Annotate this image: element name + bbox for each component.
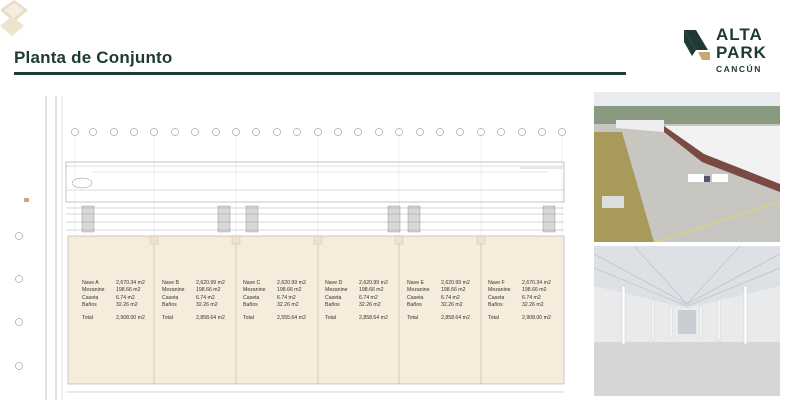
- total-label: Total: [243, 315, 254, 322]
- logo-word-alta: ALTA: [716, 25, 763, 44]
- caseta-value: 6.74 m2: [359, 294, 378, 301]
- page-title: Planta de Conjunto: [14, 48, 173, 67]
- mezzanine-value: 198.66 m2: [196, 287, 221, 294]
- banos-value: 32.26 m2: [522, 301, 544, 308]
- caseta-value: 6.74 m2: [116, 294, 135, 301]
- mezzanine-value: 198.66 m2: [441, 287, 466, 294]
- nave-name: Nave B: [162, 280, 180, 286]
- nave-name: Nave A: [82, 280, 99, 286]
- banos-label: Baños: [82, 301, 97, 308]
- nave-area: 2,620.99 m2: [441, 280, 470, 286]
- total-label: Total: [488, 315, 499, 322]
- caseta-value: 6.74 m2: [441, 294, 460, 301]
- banos-label: Baños: [325, 301, 340, 308]
- caseta-label: Caseta: [488, 294, 505, 301]
- nave-area: 2,620.99 m2: [277, 280, 306, 286]
- logo-word-park: PARK: [716, 43, 767, 62]
- mezzanine-label: Mezanine: [325, 287, 348, 294]
- caseta-label: Caseta: [407, 294, 424, 301]
- total-value: 2,908.00 m2: [522, 315, 551, 322]
- nave-area: 2,670.34 m2: [116, 280, 145, 286]
- banos-value: 32.26 m2: [441, 301, 463, 308]
- exterior-render-image: [594, 92, 780, 242]
- corner-decoration: [0, 0, 28, 36]
- total-value: 2,555.64 m2: [277, 315, 306, 322]
- interior-render-image: [594, 246, 780, 396]
- site-plan-drawing: [15, 96, 566, 400]
- banos-label: Baños: [162, 301, 177, 308]
- title-underline: [14, 72, 626, 75]
- banos-value: 32.26 m2: [196, 301, 218, 308]
- nave-name: Nave D: [325, 280, 343, 286]
- caseta-label: Caseta: [325, 294, 342, 301]
- nave-name: Nave E: [407, 280, 425, 286]
- banos-value: 32.26 m2: [277, 301, 299, 308]
- caseta-label: Caseta: [162, 294, 179, 301]
- nave-e-data: Nave E 2,620.99 m2 Mezanine 198.66 m2 Case…: [407, 280, 470, 322]
- caseta-value: 6.74 m2: [522, 294, 541, 301]
- mezzanine-label: Mezanine: [162, 287, 185, 294]
- nave-c-data: Nave C 2,620.99 m2 Mezanine 198.66 m2 Case…: [243, 280, 306, 322]
- banos-label: Baños: [488, 301, 503, 308]
- banos-value: 32.26 m2: [116, 301, 138, 308]
- banos-label: Baños: [243, 301, 258, 308]
- alta-park-logo: ALTA PARK CANCÚN: [682, 26, 782, 82]
- total-label: Total: [407, 315, 418, 322]
- mezzanine-label: Mezanine: [407, 287, 430, 294]
- total-value: 2,908.00 m2: [116, 315, 145, 322]
- total-label: Total: [162, 315, 173, 322]
- nave-name: Nave F: [488, 280, 505, 286]
- mezzanine-value: 198.66 m2: [116, 287, 141, 294]
- total-label: Total: [325, 315, 336, 322]
- nave-area: 2,620.99 m2: [196, 280, 225, 286]
- mezzanine-label: Mezanine: [82, 287, 105, 294]
- nave-area: 2,620.99 m2: [359, 280, 388, 286]
- logo-mark-icon: [684, 30, 710, 60]
- nave-name: Nave C: [243, 280, 261, 286]
- caseta-value: 6.74 m2: [277, 294, 296, 301]
- caseta-label: Caseta: [243, 294, 260, 301]
- banos-value: 32.26 m2: [359, 301, 381, 308]
- mezzanine-value: 198.66 m2: [359, 287, 384, 294]
- logo-word-cancun: CANCÚN: [716, 64, 762, 74]
- nave-b-data: Nave B 2,620.99 m2 Mezanine 198.66 m2 Case…: [162, 280, 225, 322]
- nave-d-data: Nave D 2,620.99 m2 Mezanine 198.66 m2 Case…: [325, 280, 388, 322]
- total-value: 2,858.64 m2: [441, 315, 470, 322]
- caseta-value: 6.74 m2: [196, 294, 215, 301]
- mezzanine-label: Mezanine: [243, 287, 266, 294]
- nave-f-data: Nave F 2,670.34 m2 Mezanine 198.66 m2 Case…: [488, 280, 551, 322]
- banos-label: Baños: [407, 301, 422, 308]
- nave-area: 2,670.34 m2: [522, 280, 551, 286]
- mezzanine-value: 198.66 m2: [277, 287, 302, 294]
- mezzanine-label: Mezanine: [488, 287, 511, 294]
- caseta-label: Caseta: [82, 294, 99, 301]
- total-value: 2,858.64 m2: [359, 315, 388, 322]
- total-value: 2,858.64 m2: [196, 315, 225, 322]
- mezzanine-value: 198.66 m2: [522, 287, 547, 294]
- total-label: Total: [82, 315, 93, 322]
- nave-a-data: Nave A 2,670.34 m2 Mezanine 198.66 m2 Case…: [82, 280, 145, 322]
